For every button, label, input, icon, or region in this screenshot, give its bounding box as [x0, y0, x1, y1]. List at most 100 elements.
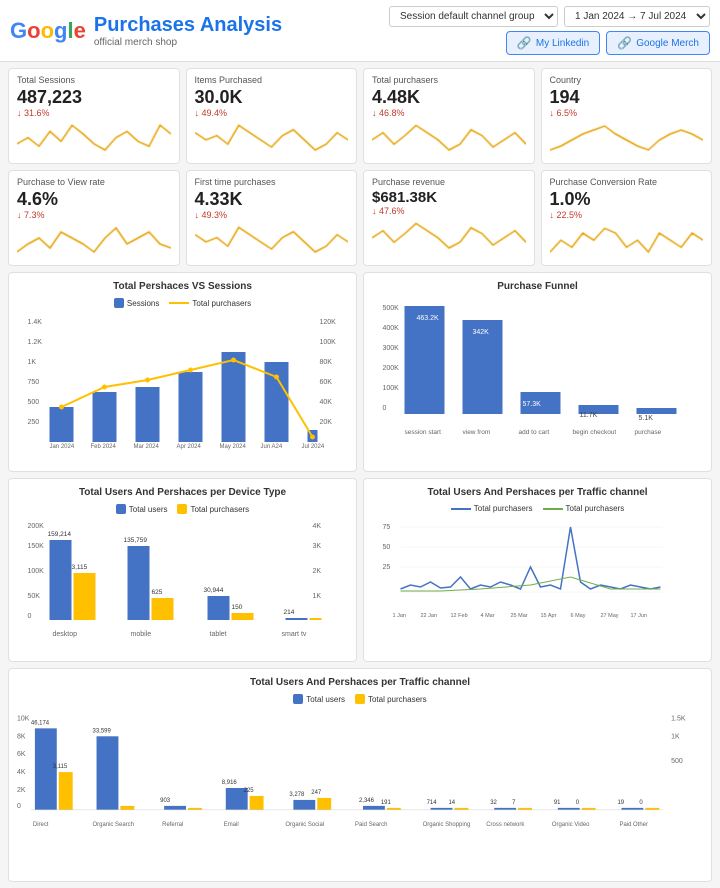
- legend-users-color: [293, 694, 303, 704]
- sessions-svg: 1.4K 1.2K 1K 750 500 250 120K 100K 80K 6…: [17, 312, 348, 452]
- card-value: 194: [550, 87, 704, 108]
- svg-text:6 May: 6 May: [571, 613, 586, 619]
- svg-text:200K: 200K: [383, 365, 400, 372]
- svg-text:Jun A24: Jun A24: [261, 444, 283, 450]
- svg-text:191: 191: [381, 800, 392, 806]
- card-value: 4.48K: [372, 87, 526, 108]
- card-label: Items Purchased: [195, 75, 349, 85]
- svg-text:Paid Other: Paid Other: [619, 822, 647, 828]
- link-buttons: 🔗 My Linkedin 🔗 Google Merch: [389, 31, 710, 55]
- card-change: ↓ 22.5%: [550, 210, 704, 220]
- svg-text:0: 0: [28, 613, 32, 620]
- svg-text:0: 0: [17, 803, 21, 810]
- svg-text:100K: 100K: [383, 385, 400, 392]
- linkedin-icon: 🔗: [517, 36, 532, 50]
- svg-text:May 2024: May 2024: [220, 444, 247, 450]
- svg-text:3,278: 3,278: [289, 792, 305, 798]
- svg-text:purchase: purchase: [635, 429, 662, 436]
- google-merch-button[interactable]: 🔗 Google Merch: [606, 31, 710, 55]
- svg-text:46,174: 46,174: [31, 720, 50, 726]
- card-change: ↓ 49.4%: [195, 108, 349, 118]
- svg-text:50K: 50K: [28, 593, 41, 600]
- chart-title: Total Users And Pershaces per Traffic ch…: [17, 677, 703, 688]
- chart-legend: Sessions Total purchasers: [17, 298, 348, 308]
- svg-text:1.5K: 1.5K: [671, 715, 686, 722]
- charts-row-1: Total Pershaces VS Sessions Sessions Tot…: [0, 272, 720, 478]
- svg-text:342K: 342K: [473, 329, 490, 336]
- legend-purchasers: Total purchasers: [169, 298, 251, 308]
- svg-text:400K: 400K: [383, 325, 400, 332]
- svg-text:desktop: desktop: [53, 631, 78, 638]
- legend-users-color: [116, 504, 126, 514]
- card-change: ↓ 47.6%: [372, 206, 526, 216]
- svg-text:tablet: tablet: [210, 631, 227, 638]
- card-label: Purchase revenue: [372, 177, 526, 187]
- card-value: 1.0%: [550, 189, 704, 210]
- legend-sessions: Sessions: [114, 298, 159, 308]
- google-icon: 🔗: [617, 36, 632, 50]
- svg-text:25: 25: [383, 564, 391, 571]
- svg-text:Cross network: Cross network: [486, 822, 524, 828]
- channel-filter[interactable]: Session default channel group: [389, 6, 558, 27]
- svg-text:20K: 20K: [320, 419, 333, 426]
- google-logo: Google: [10, 18, 86, 44]
- svg-text:247: 247: [311, 790, 322, 796]
- svg-text:2K: 2K: [313, 568, 322, 575]
- svg-text:Apr 2024: Apr 2024: [177, 444, 202, 450]
- svg-text:12 Feb: 12 Feb: [451, 613, 468, 619]
- svg-text:Email: Email: [224, 822, 239, 828]
- svg-text:2K: 2K: [17, 787, 26, 794]
- sparkline: [550, 122, 704, 152]
- svg-text:32: 32: [490, 800, 497, 806]
- svg-text:100K: 100K: [28, 568, 45, 575]
- svg-text:0: 0: [639, 800, 643, 806]
- legend-purchasers: Total purchasers: [355, 694, 427, 704]
- chart-title: Total Users And Pershaces per Device Typ…: [17, 487, 348, 498]
- sparkline: [17, 224, 171, 254]
- card-label: Purchase Conversion Rate: [550, 177, 704, 187]
- page-title: Purchases Analysis: [94, 14, 282, 37]
- svg-text:Organic Shopping: Organic Shopping: [423, 822, 471, 828]
- svg-text:Feb 2024: Feb 2024: [91, 444, 117, 450]
- legend-purchasers-color: [169, 302, 189, 304]
- legend-purchasers-color: [355, 694, 365, 704]
- svg-text:3K: 3K: [313, 543, 322, 550]
- device-type-chart: Total Users And Pershaces per Device Typ…: [8, 478, 357, 662]
- card-value: 487,223: [17, 87, 171, 108]
- card-label: Total Sessions: [17, 75, 171, 85]
- card-value: 4.6%: [17, 189, 171, 210]
- card-total-purchasers: Total purchasers 4.48K ↓ 46.8%: [363, 68, 535, 164]
- svg-text:250: 250: [28, 419, 40, 426]
- svg-text:25 Mar: 25 Mar: [511, 613, 528, 619]
- svg-text:Jan 2024: Jan 2024: [50, 444, 75, 450]
- card-change: ↓ 31.6%: [17, 108, 171, 118]
- svg-text:500K: 500K: [383, 305, 400, 312]
- svg-text:75: 75: [383, 524, 391, 531]
- card-value: 30.0K: [195, 87, 349, 108]
- svg-text:750: 750: [28, 379, 40, 386]
- card-first-time-purchases: First time purchases 4.33K ↓ 49.3%: [186, 170, 358, 266]
- header: Google Purchases Analysis official merch…: [0, 0, 720, 62]
- sessions-vs-purchasers-chart: Total Pershaces VS Sessions Sessions Tot…: [8, 272, 357, 472]
- svg-text:6K: 6K: [17, 751, 26, 758]
- card-change: ↓ 49.3%: [195, 210, 349, 220]
- svg-text:8K: 8K: [17, 733, 26, 740]
- card-change: ↓ 46.8%: [372, 108, 526, 118]
- svg-text:add to cart: add to cart: [519, 429, 550, 436]
- chart-legend: Total users Total purchasers: [17, 504, 348, 514]
- card-label: First time purchases: [195, 177, 349, 187]
- linkedin-button[interactable]: 🔗 My Linkedin: [506, 31, 600, 55]
- card-change: ↓ 7.3%: [17, 210, 171, 220]
- svg-text:22 Jan: 22 Jan: [421, 613, 438, 619]
- svg-text:0: 0: [383, 405, 387, 412]
- svg-text:91: 91: [554, 800, 561, 806]
- legend-purchasers: Total purchasers: [543, 504, 625, 513]
- svg-text:60K: 60K: [320, 379, 333, 386]
- svg-text:Direct: Direct: [33, 822, 49, 828]
- date-filter[interactable]: 1 Jan 2024 → 7 Jul 2024: [564, 6, 710, 27]
- sparkline: [550, 224, 704, 254]
- legend-purchasers-color: [543, 508, 563, 510]
- svg-text:463.2K: 463.2K: [417, 315, 440, 322]
- legend-sessions-color: [114, 298, 124, 308]
- traffic-line-chart: Total Users And Pershaces per Traffic ch…: [363, 478, 712, 662]
